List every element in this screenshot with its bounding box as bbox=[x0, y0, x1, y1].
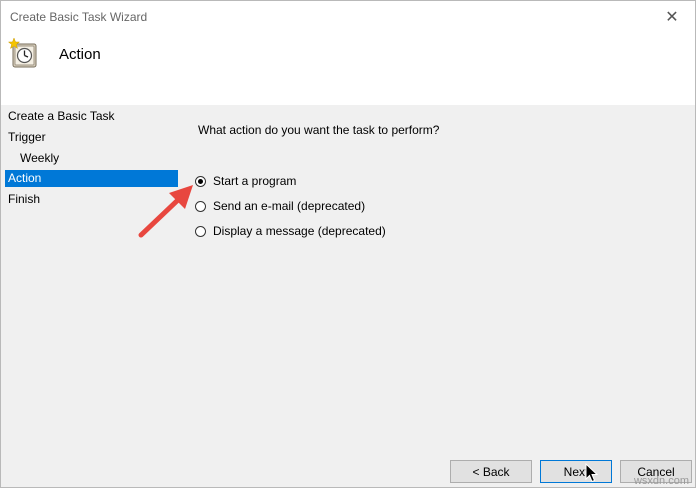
wizard-steps-sidebar: Create a Basic Task Trigger Weekly Actio… bbox=[1, 105, 181, 487]
option-label: Display a message (deprecated) bbox=[213, 224, 386, 238]
window-title: Create Basic Task Wizard bbox=[10, 10, 148, 24]
option-start-program[interactable]: Start a program bbox=[195, 173, 296, 189]
mouse-pointer-icon bbox=[585, 463, 599, 483]
watermark: wsxdn.com bbox=[633, 475, 689, 487]
task-scheduler-clock-icon bbox=[8, 38, 37, 68]
next-button[interactable]: Next bbox=[540, 460, 612, 483]
close-icon: ✕ bbox=[665, 8, 679, 26]
annotation-arrow-icon bbox=[138, 185, 193, 238]
close-button[interactable]: ✕ bbox=[649, 1, 695, 32]
title-bar: Create Basic Task Wizard ✕ bbox=[1, 1, 695, 32]
sidebar-item-trigger[interactable]: Trigger bbox=[5, 129, 178, 146]
option-send-email[interactable]: Send an e-mail (deprecated) bbox=[195, 198, 365, 214]
action-panel: What action do you want the task to perf… bbox=[181, 105, 695, 487]
option-display-message[interactable]: Display a message (deprecated) bbox=[195, 223, 386, 239]
wizard-header: Action bbox=[1, 32, 695, 105]
back-button[interactable]: < Back bbox=[450, 460, 532, 483]
page-title: Action bbox=[59, 46, 101, 63]
wizard-window: Create Basic Task Wizard ✕ Action Create… bbox=[0, 0, 696, 488]
action-question: What action do you want the task to perf… bbox=[198, 123, 440, 137]
sidebar-item-weekly[interactable]: Weekly bbox=[5, 150, 178, 167]
option-label: Start a program bbox=[213, 174, 297, 188]
option-label: Send an e-mail (deprecated) bbox=[213, 199, 366, 213]
sidebar-item-create-basic-task[interactable]: Create a Basic Task bbox=[5, 108, 178, 125]
